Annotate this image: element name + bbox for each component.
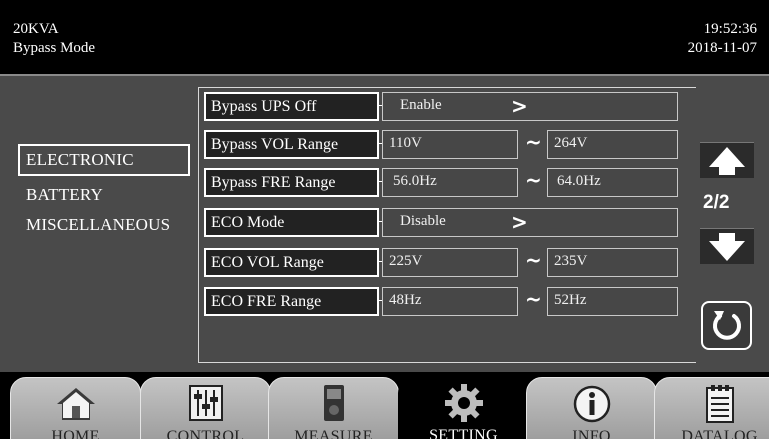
setting-row-eco-mode: ECO Mode Disable > [199, 204, 697, 240]
bypass-fre-min-field[interactable]: 56.0Hz [382, 168, 518, 197]
tab-label: DATALOG [681, 428, 758, 439]
clipboard-icon [705, 385, 734, 423]
tab-label: MEASURE [294, 428, 373, 439]
operating-mode-label: Bypass Mode [13, 40, 96, 56]
bypass-vol-min-field[interactable]: 110V [382, 130, 518, 159]
connector [378, 294, 379, 308]
eco-vol-max-field[interactable]: 235V [547, 248, 678, 277]
clock-time: 19:52:36 [703, 21, 757, 37]
gear-icon [444, 384, 483, 422]
range-separator: ~ [525, 168, 542, 192]
clock-date: 2018-11-07 [687, 40, 757, 56]
category-battery[interactable]: BATTERY [26, 185, 103, 205]
setting-label: ECO VOL Range [204, 248, 379, 277]
bottom-nav: HOME CONTROL MEASURE SETTING INFO DATALO… [0, 372, 769, 439]
setting-label: Bypass VOL Range [204, 130, 379, 159]
tab-measure[interactable]: MEASURE [268, 377, 399, 439]
connector [378, 215, 379, 229]
setting-label: ECO Mode [204, 208, 379, 237]
tab-setting[interactable]: SETTING [398, 377, 529, 439]
arrow-up-icon [709, 147, 745, 175]
model-label: 20KVA [13, 21, 59, 37]
tab-home[interactable]: HOME [10, 377, 141, 439]
home-icon [56, 388, 95, 420]
connector [378, 255, 379, 269]
category-electronic[interactable]: ELECTRONIC [18, 144, 190, 176]
setting-row-bypass-ups-off: Bypass UPS Off Enable > [199, 88, 697, 124]
connector [378, 99, 379, 113]
setting-label: Bypass UPS Off [204, 92, 379, 121]
range-separator: ~ [525, 130, 542, 154]
page-indicator: 2/2 [703, 192, 730, 213]
bypass-fre-max-field[interactable]: 64.0Hz [547, 168, 678, 197]
scroll-up-button[interactable] [700, 142, 754, 178]
tab-control[interactable]: CONTROL [140, 377, 271, 439]
eco-vol-min-field[interactable]: 225V [382, 248, 518, 277]
connector [378, 137, 379, 151]
chevron-right-icon: > [511, 94, 528, 118]
bypass-ups-off-selector[interactable]: Enable > [382, 92, 678, 121]
refresh-button[interactable] [701, 301, 752, 350]
tab-datalog[interactable]: DATALOG [654, 377, 769, 439]
setting-row-bypass-fre-range: Bypass FRE Range 56.0Hz ~ 64.0Hz [199, 164, 697, 200]
setting-row-bypass-vol-range: Bypass VOL Range 110V ~ 264V [199, 126, 697, 162]
category-miscellaneous[interactable]: MISCELLANEOUS [26, 215, 170, 235]
scroll-down-button[interactable] [700, 228, 754, 264]
chevron-right-icon: > [511, 210, 528, 234]
tab-label: HOME [51, 428, 100, 439]
tab-label: SETTING [429, 427, 498, 439]
info-icon [573, 385, 610, 423]
tab-label: INFO [572, 428, 611, 439]
connector [378, 175, 379, 189]
refresh-icon [713, 311, 741, 340]
setting-label: Bypass FRE Range [204, 168, 379, 197]
status-header: 20KVA Bypass Mode 19:52:36 2018-11-07 [0, 0, 769, 76]
tab-label: CONTROL [166, 428, 245, 439]
meter-icon [323, 385, 344, 421]
settings-panel: Bypass UPS Off Enable > Bypass VOL Range… [198, 87, 696, 363]
setting-label: ECO FRE Range [204, 287, 379, 316]
ups-settings-screen: 20KVA Bypass Mode 19:52:36 2018-11-07 EL… [0, 0, 769, 439]
setting-row-eco-fre-range: ECO FRE Range 48Hz ~ 52Hz [199, 283, 697, 319]
setting-value: Disable [400, 213, 446, 229]
sliders-icon [188, 385, 223, 421]
bypass-vol-max-field[interactable]: 264V [547, 130, 678, 159]
eco-mode-selector[interactable]: Disable > [382, 208, 678, 237]
arrow-down-icon [709, 233, 745, 261]
range-separator: ~ [525, 287, 542, 311]
setting-row-eco-vol-range: ECO VOL Range 225V ~ 235V [199, 244, 697, 280]
setting-value: Enable [400, 97, 442, 113]
range-separator: ~ [525, 248, 542, 272]
eco-fre-max-field[interactable]: 52Hz [547, 287, 678, 316]
tab-info[interactable]: INFO [526, 377, 657, 439]
eco-fre-min-field[interactable]: 48Hz [382, 287, 518, 316]
